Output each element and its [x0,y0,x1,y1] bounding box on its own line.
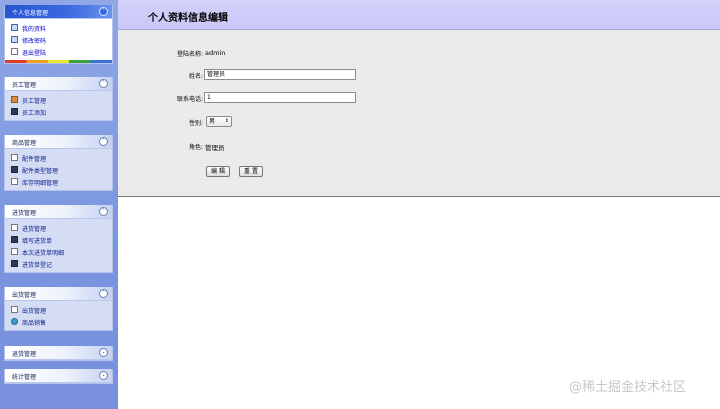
sidebar-item-shipping-manage[interactable]: 出货管理 [5,304,112,316]
select-arrows-icon: ⇕ [224,118,229,124]
form-row-role: 角色: 管理员 [118,140,720,152]
group-title: 出货管理 [12,292,37,299]
globe-icon [11,318,18,325]
group-title: 商品管理 [12,140,37,147]
sidebar-item-label: 修改密码 [22,38,47,45]
group-title: 员工管理 [12,82,37,89]
group-purchase: 进货管理 ⌃ 进货管理 填写进货单 本次进货单明细 进货单登记 [4,205,113,273]
gender-label: 性别: [188,120,203,127]
sidebar-item-logout[interactable]: 退出登陆 [5,46,112,58]
group-personal-info: 个人信息管理 ⌃ 我的资料 修改密码 退出登陆 [4,5,113,64]
name-label: 姓名: [188,73,203,80]
collapse-icon[interactable]: ⌃ [99,79,108,88]
profile-edit-form: 登陆名称: admin 姓名: 管理员 联系电话: 1 性别: 男 ⇕ 角色: … [118,30,720,197]
top-header: 个人资料信息编辑 [118,0,720,30]
group-title: 个人信息管理 [12,10,49,17]
form-row-phone: 联系电话: 1 [118,92,720,104]
group-header-purchase[interactable]: 进货管理 ⌃ [5,205,112,219]
sidebar-item-employee-add[interactable]: 员工添加 [5,106,112,118]
group-header-shipping[interactable]: 出货管理 ⌃ [5,287,112,301]
color-bar [5,60,112,63]
sidebar: 个人信息管理 ⌃ 我的资料 修改密码 退出登陆 员工管理 ⌃ 员工管理 员工添加… [0,0,118,409]
sidebar-item-label: 我的资料 [22,26,47,33]
collapse-icon[interactable]: ⌃ [99,289,108,298]
expand-icon[interactable]: ⌄ [99,371,108,380]
document-icon [11,178,18,185]
sidebar-item-label: 本次进货单明细 [22,250,65,257]
phone-label: 联系电话: [176,96,203,103]
sidebar-item-purchase-order-detail[interactable]: 本次进货单明细 [5,246,112,258]
sidebar-item-employee-manage[interactable]: 员工管理 [5,94,112,106]
collapse-icon[interactable]: ⌃ [99,7,108,16]
reset-button[interactable]: 重 置 [239,166,263,177]
document-icon [11,306,18,313]
sidebar-item-stock-detail[interactable]: 库存明细管理 [5,176,112,188]
cards-icon [11,24,18,31]
sidebar-item-goods-sale[interactable]: 商品销售 [5,316,112,328]
document-icon [11,248,18,255]
document-icon [11,224,18,231]
sidebar-item-change-password[interactable]: 修改密码 [5,34,112,46]
sidebar-item-label: 进货管理 [22,226,47,233]
sidebar-item-my-profile[interactable]: 我的资料 [5,22,112,34]
sidebar-item-fill-purchase-order[interactable]: 填写进货单 [5,234,112,246]
form-row-name: 姓名: 管理员 [118,69,720,81]
group-header-statistics[interactable]: 统计管理 ⌄ [5,369,112,383]
gender-select[interactable]: 男 ⇕ [206,116,232,127]
save-disk-icon [11,236,18,243]
save-disk-icon [11,166,18,173]
phone-input[interactable]: 1 [204,92,356,103]
document-icon [11,154,18,161]
form-row-buttons: 编 辑 重 置 [118,166,720,178]
login-name-label: 登陆名称: [176,51,203,58]
group-title: 退货管理 [12,351,37,358]
group-shipping: 出货管理 ⌃ 出货管理 商品销售 [4,287,113,331]
sidebar-item-label: 出货管理 [22,308,47,315]
sidebar-item-label: 退出登陆 [22,50,47,57]
sidebar-item-purchase-register[interactable]: 进货单登记 [5,258,112,270]
group-header-employee[interactable]: 员工管理 ⌃ [5,77,112,91]
group-returns: 退货管理 ⌄ [4,346,113,361]
sidebar-item-label: 员工管理 [22,98,47,105]
collapse-icon[interactable]: ⌃ [99,137,108,146]
people-icon [11,96,18,103]
group-header-goods[interactable]: 商品管理 ⌃ [5,135,112,149]
sidebar-item-label: 进货单登记 [22,262,53,269]
form-row-gender: 性别: 男 ⇕ [118,116,720,128]
save-disk-icon [11,108,18,115]
role-label: 角色: [188,144,203,151]
group-employee: 员工管理 ⌃ 员工管理 员工添加 [4,77,113,121]
sidebar-item-label: 填写进货单 [22,238,53,245]
login-name-value: admin [205,49,226,57]
expand-icon[interactable]: ⌄ [99,348,108,357]
cards-icon [11,36,18,43]
role-value: 管理员 [205,144,225,152]
save-disk-icon [11,260,18,267]
watermark: @稀土掘金技术社区 [569,380,687,395]
group-goods: 商品管理 ⌃ 配件管理 配件类型管理 库存明细管理 [4,135,113,191]
document-icon [11,48,18,55]
sidebar-item-label: 配件类型管理 [22,168,59,175]
group-title: 进货管理 [12,210,37,217]
group-header-personal-info[interactable]: 个人信息管理 ⌃ [5,5,112,19]
form-row-login: 登陆名称: admin [118,47,720,59]
name-input[interactable]: 管理员 [204,69,356,80]
sidebar-item-label: 配件管理 [22,156,47,163]
sidebar-item-parts-manage[interactable]: 配件管理 [5,152,112,164]
group-title: 统计管理 [12,374,37,381]
group-header-returns[interactable]: 退货管理 ⌄ [5,346,112,360]
page-title: 个人资料信息编辑 [148,13,228,24]
sidebar-item-label: 员工添加 [22,110,47,117]
gender-selected-value: 男 [209,118,216,125]
sidebar-item-parts-type-manage[interactable]: 配件类型管理 [5,164,112,176]
sidebar-item-purchase-manage[interactable]: 进货管理 [5,222,112,234]
group-statistics: 统计管理 ⌄ [4,369,113,384]
collapse-icon[interactable]: ⌃ [99,207,108,216]
sidebar-item-label: 商品销售 [22,320,47,327]
edit-button[interactable]: 编 辑 [206,166,230,177]
sidebar-item-label: 库存明细管理 [22,180,59,187]
